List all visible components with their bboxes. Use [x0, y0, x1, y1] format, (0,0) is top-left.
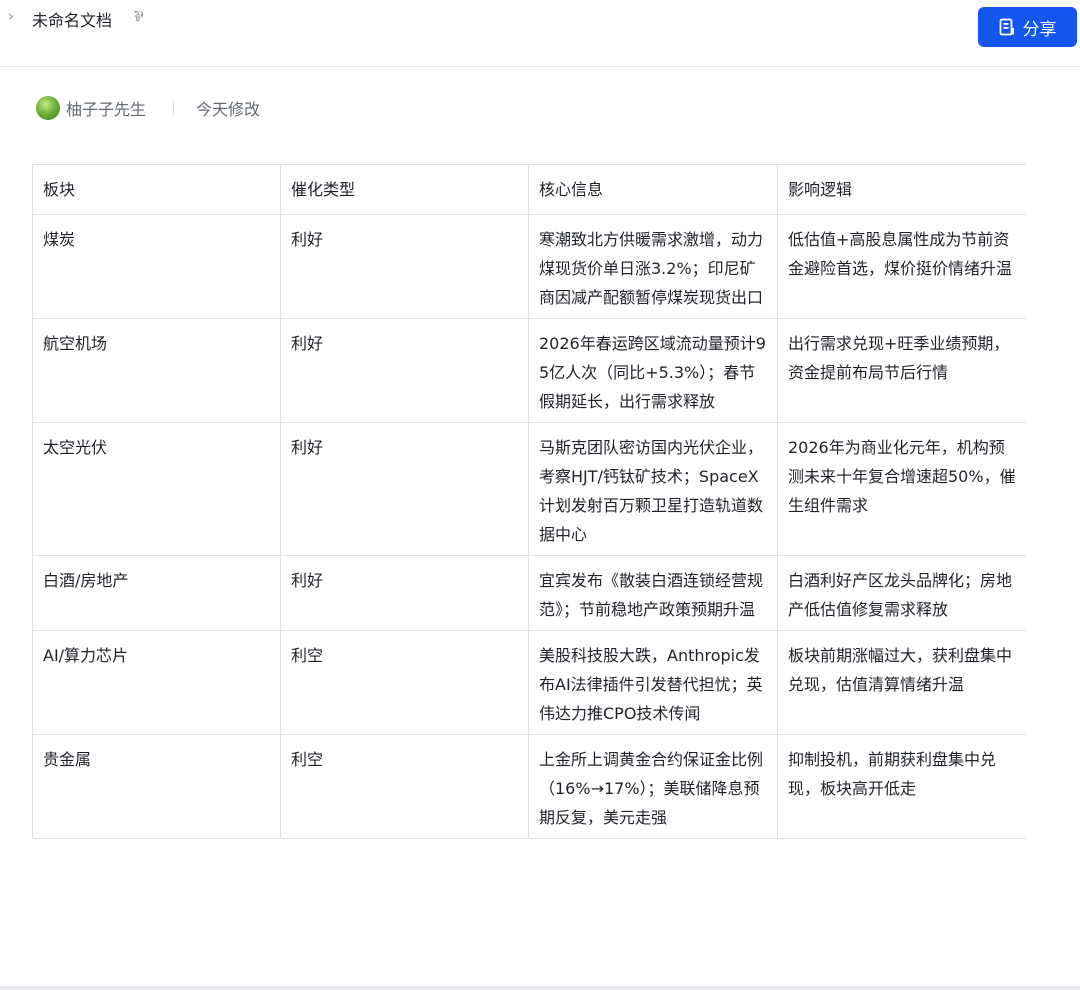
meta-divider — [173, 101, 175, 115]
impact-logic-cell[interactable]: 出行需求兑现+旺季业绩预期，资金提前布局节后行情 — [777, 318, 1026, 423]
sector-cell[interactable]: 太空光伏 — [32, 422, 281, 556]
catalyst-type-cell[interactable]: 利好 — [280, 214, 529, 319]
document-meta: 柚子子先生 今天修改 — [36, 95, 260, 121]
share-doc-icon — [999, 18, 1014, 36]
catalyst-type-cell[interactable]: 利空 — [280, 734, 529, 839]
pin-icon[interactable]: ⅌ — [134, 7, 143, 26]
catalyst-type-cell[interactable]: 利空 — [280, 630, 529, 735]
core-info-cell[interactable]: 2026年春运跨区域流动量预计95亿人次（同比+5.3%）；春节假期延长，出行需… — [528, 318, 778, 423]
table-row: 贵金属 利空 上金所上调黄金合约保证金比例（16%→17%）；美联储降息预期反复… — [32, 734, 1026, 839]
sector-table: 板块 催化类型 核心信息 影响逻辑 煤炭 利好 寒潮致北方供暖需求激增，动力煤现… — [32, 164, 1026, 970]
core-info-cell[interactable]: 宜宾发布《散装白酒连锁经营规范》；节前稳地产政策预期升温 — [528, 555, 778, 631]
core-info-cell[interactable]: 上金所上调黄金合约保证金比例（16%→17%）；美联储降息预期反复，美元走强 — [528, 734, 778, 839]
header-cell[interactable]: 催化类型 — [280, 164, 529, 215]
top-bar: › 未命名文档 ⅌ 分享 — [0, 0, 1080, 67]
core-info-cell[interactable]: 美股科技股大跌，Anthropic发布AI法律插件引发替代担忧；英伟达力推CPO… — [528, 630, 778, 735]
table-row: 煤炭 利好 寒潮致北方供暖需求激增，动力煤现货价单日涨3.2%；印尼矿商因减产配… — [32, 214, 1026, 319]
core-info-cell[interactable]: 寒潮致北方供暖需求激增，动力煤现货价单日涨3.2%；印尼矿商因减产配额暂停煤炭现… — [528, 214, 778, 319]
author-name[interactable]: 柚子子先生 — [66, 96, 146, 120]
sector-cell[interactable]: 白酒/房地产 — [32, 555, 281, 631]
table-row: 白酒/房地产 利好 宜宾发布《散装白酒连锁经营规范》；节前稳地产政策预期升温 白… — [32, 555, 1026, 631]
catalyst-type-cell[interactable]: 利好 — [280, 422, 529, 556]
sector-cell[interactable]: 航空机场 — [32, 318, 281, 423]
header-cell[interactable]: 核心信息 — [528, 164, 778, 215]
table-header-row: 板块 催化类型 核心信息 影响逻辑 — [32, 164, 1026, 215]
document-title[interactable]: 未命名文档 — [32, 7, 112, 31]
modified-time: 今天修改 — [196, 100, 261, 119]
impact-logic-cell[interactable]: 低估值+高股息属性成为节前资金避险首选，煤价挺价情绪升温 — [777, 214, 1026, 319]
table-row: AI/算力芯片 利空 美股科技股大跌，Anthropic发布AI法律插件引发替代… — [32, 630, 1026, 735]
sector-cell[interactable]: 煤炭 — [32, 214, 281, 319]
impact-logic-cell[interactable]: 抑制投机，前期获利盘集中兑现，板块高开低走 — [777, 734, 1026, 839]
impact-logic-cell[interactable]: 2026年为商业化元年，机构预测未来十年复合增速超50%，催生组件需求 — [777, 422, 1026, 556]
sector-cell[interactable]: AI/算力芯片 — [32, 630, 281, 735]
core-info-cell[interactable]: 马斯克团队密访国内光伏企业，考察HJT/钙钛矿技术；SpaceX计划发射百万颗卫… — [528, 422, 778, 556]
table-row: 太空光伏 利好 马斯克团队密访国内光伏企业，考察HJT/钙钛矿技术；SpaceX… — [32, 422, 1026, 556]
share-button-label: 分享 — [1022, 19, 1057, 40]
impact-logic-cell[interactable]: 白酒利好产区龙头品牌化；房地产低估值修复需求释放 — [777, 555, 1026, 631]
expand-chevron-icon[interactable]: › — [8, 7, 14, 25]
catalyst-type-cell[interactable]: 利好 — [280, 318, 529, 423]
sector-cell[interactable]: 贵金属 — [32, 734, 281, 839]
header-cell[interactable]: 影响逻辑 — [777, 164, 1026, 215]
catalyst-type-cell[interactable]: 利好 — [280, 555, 529, 631]
table-row: 航空机场 利好 2026年春运跨区域流动量预计95亿人次（同比+5.3%）；春节… — [32, 318, 1026, 423]
share-button[interactable]: 分享 — [978, 7, 1077, 47]
bottom-divider — [0, 986, 1080, 990]
author-avatar[interactable] — [36, 96, 60, 120]
impact-logic-cell[interactable]: 板块前期涨幅过大，获利盘集中兑现，估值清算情绪升温 — [777, 630, 1026, 735]
header-cell[interactable]: 板块 — [32, 164, 281, 215]
